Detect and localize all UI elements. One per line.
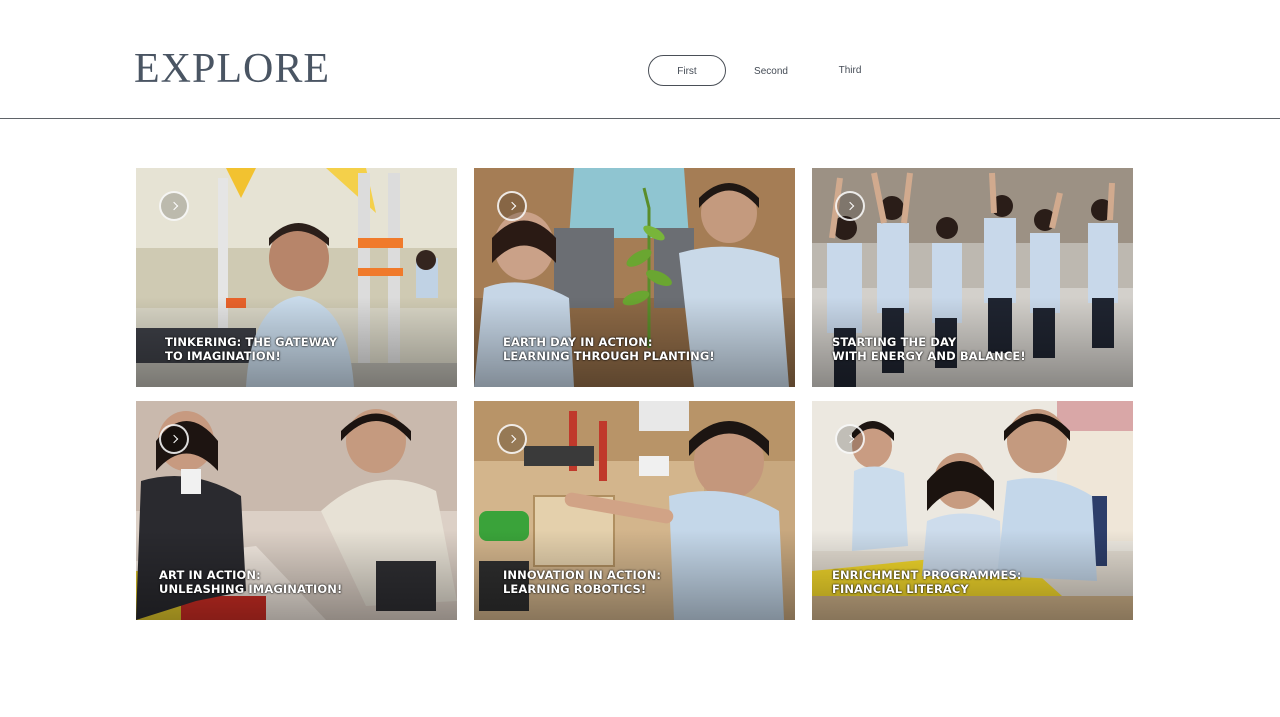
caption-line-1: STARTING THE DAY <box>832 335 957 349</box>
card-caption: TINKERING: THE GATEWAY TO IMAGINATION! <box>165 335 337 363</box>
explore-card-earth-day[interactable]: EARTH DAY IN ACTION: LEARNING THROUGH PL… <box>474 168 795 387</box>
caption-line-1: ENRICHMENT PROGRAMMES: <box>832 568 1022 582</box>
card-caption: INNOVATION IN ACTION: LEARNING ROBOTICS! <box>503 568 661 596</box>
chevron-right-circle-icon[interactable] <box>497 424 527 454</box>
explore-card-enrichment-programmes[interactable]: ENRICHMENT PROGRAMMES: FINANCIAL LITERAC… <box>812 401 1133 620</box>
tab-first[interactable]: First <box>648 55 726 86</box>
explore-card-tinkering[interactable]: TINKERING: THE GATEWAY TO IMAGINATION! <box>136 168 457 387</box>
card-caption: STARTING THE DAY WITH ENERGY AND BALANCE… <box>832 335 1026 363</box>
caption-line-2: LEARNING ROBOTICS! <box>503 582 647 596</box>
caption-line-1: INNOVATION IN ACTION: <box>503 568 662 582</box>
explore-card-starting-the-day[interactable]: STARTING THE DAY WITH ENERGY AND BALANCE… <box>812 168 1133 387</box>
tab-second[interactable]: Second <box>748 56 794 87</box>
site-header: EXPLORE First Second Third <box>0 0 1280 119</box>
caption-line-2: LEARNING THROUGH PLANTING! <box>503 349 715 363</box>
chevron-right-circle-icon[interactable] <box>835 191 865 221</box>
card-caption: ENRICHMENT PROGRAMMES: FINANCIAL LITERAC… <box>832 568 1022 596</box>
chevron-right-circle-icon[interactable] <box>497 191 527 221</box>
card-caption: ART IN ACTION: UNLEASHING IMAGINATION! <box>159 568 342 596</box>
tab-third[interactable]: Third <box>832 55 868 86</box>
caption-line-2: TO IMAGINATION! <box>165 349 281 363</box>
caption-line-2: WITH ENERGY AND BALANCE! <box>832 349 1026 363</box>
chevron-right-circle-icon[interactable] <box>159 424 189 454</box>
page-title: EXPLORE <box>134 46 330 92</box>
card-caption: EARTH DAY IN ACTION: LEARNING THROUGH PL… <box>503 335 715 363</box>
caption-line-1: TINKERING: THE GATEWAY <box>165 335 338 349</box>
explore-card-innovation-in-action[interactable]: INNOVATION IN ACTION: LEARNING ROBOTICS! <box>474 401 795 620</box>
caption-line-1: EARTH DAY IN ACTION: <box>503 335 653 349</box>
caption-line-2: FINANCIAL LITERACY <box>832 582 969 596</box>
caption-line-1: ART IN ACTION: <box>159 568 261 582</box>
explore-card-art-in-action[interactable]: ART IN ACTION: UNLEASHING IMAGINATION! <box>136 401 457 620</box>
chevron-right-circle-icon[interactable] <box>835 424 865 454</box>
chevron-right-circle-icon[interactable] <box>159 191 189 221</box>
caption-line-2: UNLEASHING IMAGINATION! <box>159 582 343 596</box>
